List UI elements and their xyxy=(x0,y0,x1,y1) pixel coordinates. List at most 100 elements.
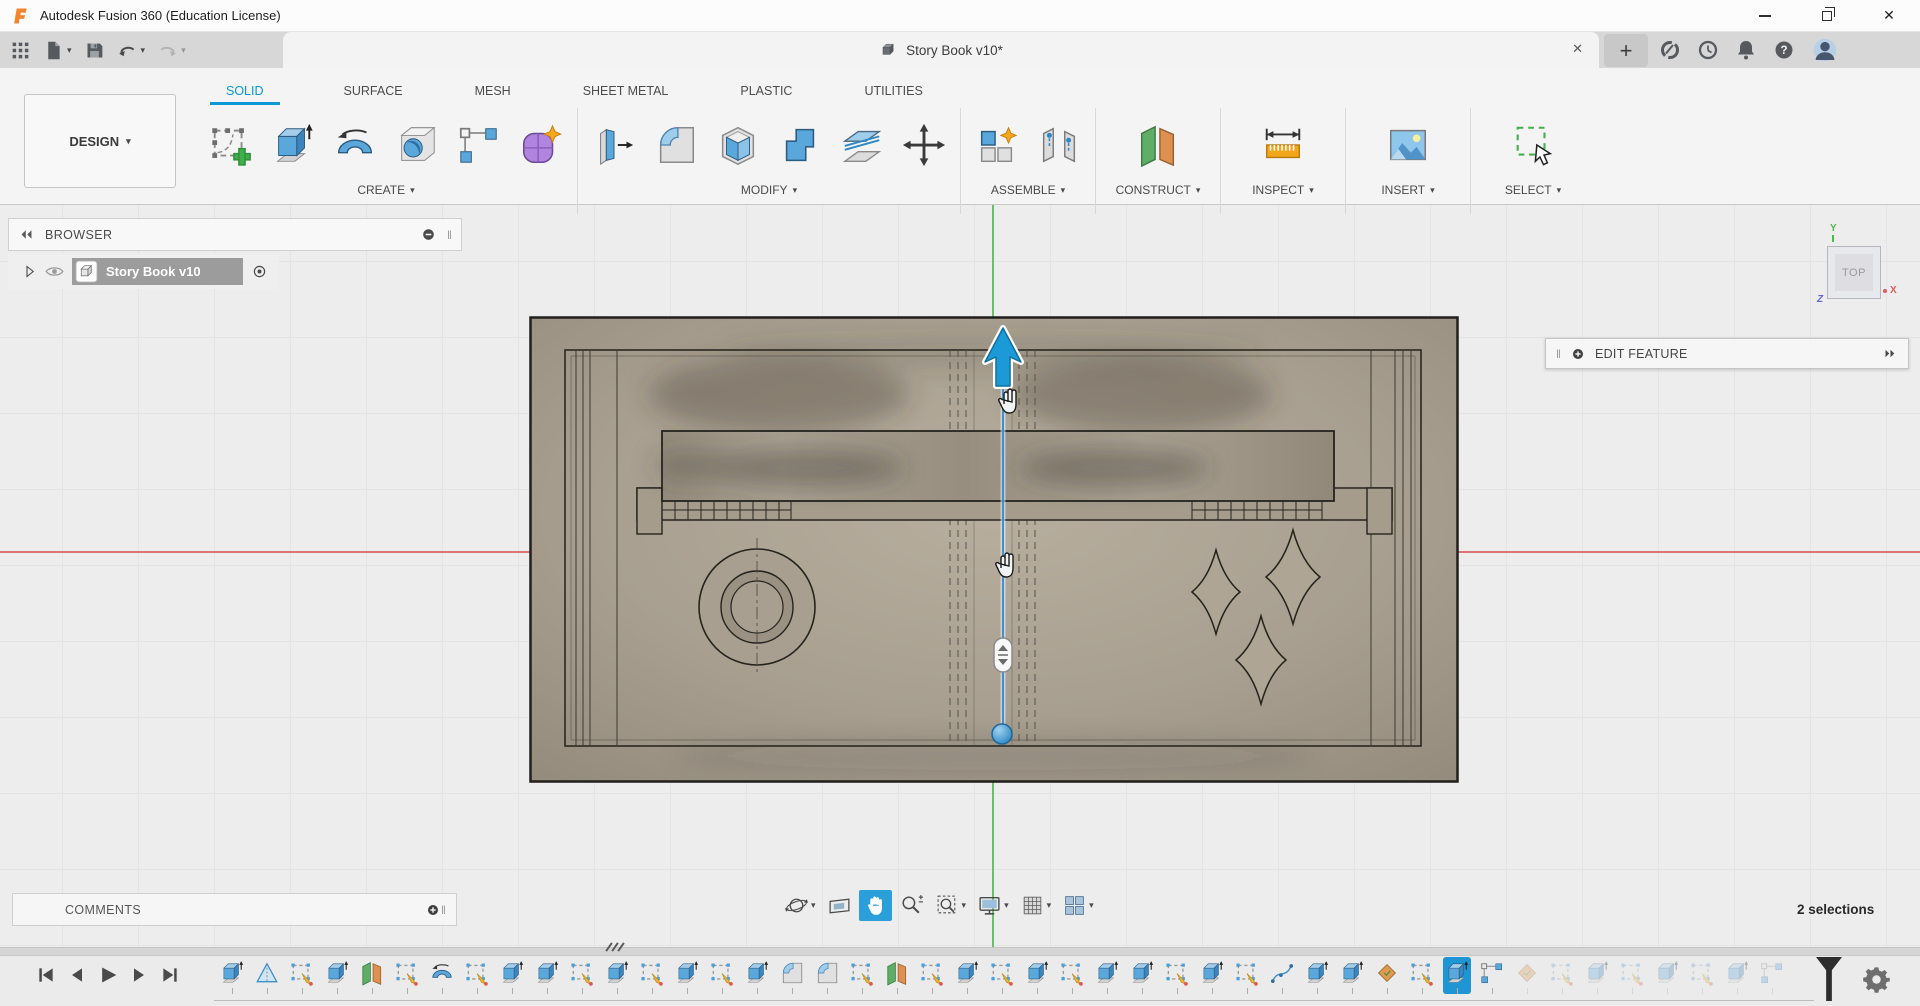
tool-shell[interactable] xyxy=(709,112,767,178)
timeline-feature-sketch[interactable] xyxy=(848,957,876,994)
undo-button[interactable]: ▾ xyxy=(117,40,145,61)
minimize-button[interactable] xyxy=(1734,0,1796,31)
tool-offset-face[interactable] xyxy=(833,112,891,178)
edit-feature-dialog[interactable]: ‖ EDIT FEATURE xyxy=(1545,338,1909,369)
timeline-feature-sketch[interactable] xyxy=(288,957,316,994)
manipulator-origin-sphere[interactable] xyxy=(991,723,1013,745)
timeline-step-forward-button[interactable] xyxy=(129,965,149,985)
ribbon-tab-plastic[interactable]: PLASTIC xyxy=(732,82,800,105)
panel-grip[interactable]: ‖ xyxy=(441,903,446,917)
timeline-feature-sketch[interactable] xyxy=(918,957,946,994)
timeline-feature-pattern[interactable] xyxy=(1478,957,1506,994)
tool-fillet[interactable] xyxy=(647,112,705,178)
timeline-position-marker[interactable] xyxy=(1816,957,1842,1001)
maximize-button[interactable] xyxy=(1796,0,1858,31)
timeline-settings-gear-icon[interactable] xyxy=(1862,965,1891,994)
timeline-feature-extrude[interactable] xyxy=(323,957,351,994)
extensions-icon[interactable] xyxy=(1658,38,1682,62)
tool-select[interactable] xyxy=(1504,112,1562,178)
selected-component[interactable]: Story Book v10 xyxy=(72,258,243,285)
nav-viewports-button[interactable]: ▾ xyxy=(1058,890,1098,921)
close-button[interactable]: ✕ xyxy=(1858,0,1920,31)
timeline-feature-extrude[interactable] xyxy=(1093,957,1121,994)
dialog-grip[interactable]: ‖ xyxy=(1556,347,1561,361)
collapse-all-icon[interactable] xyxy=(420,226,437,243)
collapse-panel-icon[interactable] xyxy=(18,226,35,243)
nav-orbit-button[interactable]: ▾ xyxy=(780,890,820,921)
timeline-feature-sketch[interactable] xyxy=(1163,957,1191,994)
tool-revolve[interactable] xyxy=(326,112,384,178)
redo-button[interactable]: ▾ xyxy=(157,40,186,61)
timeline-step-back-button[interactable] xyxy=(67,965,87,985)
manipulator-arrow[interactable] xyxy=(984,327,1022,387)
group-label-create[interactable]: CREATE ▾ xyxy=(357,183,414,197)
ribbon-tab-sheet-metal[interactable]: SHEET METAL xyxy=(575,82,677,105)
tool-insert-canvas[interactable] xyxy=(1379,112,1437,178)
new-tab-button[interactable]: + xyxy=(1604,34,1648,67)
timeline-feature-fillet[interactable] xyxy=(813,957,841,994)
timeline-feature-pattern[interactable] xyxy=(1758,957,1786,994)
timeline-feature-emboss[interactable] xyxy=(1373,957,1401,994)
timeline-feature-revolve[interactable] xyxy=(428,957,456,994)
group-label-select[interactable]: SELECT ▾ xyxy=(1505,183,1561,197)
viewport-canvas[interactable]: TOP Y X Z BROWSER ‖ Story Book v10 ‖ EDI… xyxy=(0,205,1920,947)
expand-dialog-icon[interactable] xyxy=(1883,346,1898,361)
ribbon-tab-mesh[interactable]: MESH xyxy=(467,82,519,105)
timeline-feature-extrude[interactable] xyxy=(603,957,631,994)
nav-look-at-button[interactable] xyxy=(823,890,856,921)
tool-press-pull[interactable] xyxy=(585,112,643,178)
tool-create-sketch[interactable] xyxy=(202,112,260,178)
group-label-modify[interactable]: MODIFY ▾ xyxy=(741,183,797,197)
tool-extrude[interactable] xyxy=(264,112,322,178)
tool-move-copy[interactable] xyxy=(895,112,953,178)
visibility-eye-icon[interactable] xyxy=(44,261,65,282)
timeline-feature-plane[interactable] xyxy=(883,957,911,994)
timeline-feature-sketch[interactable] xyxy=(1408,957,1436,994)
timeline-feature-extrude[interactable] xyxy=(1023,957,1051,994)
timeline-feature-sketch[interactable] xyxy=(568,957,596,994)
manipulator-slider-handle[interactable] xyxy=(993,637,1013,673)
nav-grid-snaps-button[interactable]: ▾ xyxy=(1016,890,1056,921)
profile-icon[interactable] xyxy=(1810,35,1840,65)
timeline-feature-emboss[interactable] xyxy=(1513,957,1541,994)
workspace-selector[interactable]: DESIGN ▾ xyxy=(24,94,176,188)
tool-hole[interactable] xyxy=(388,112,446,178)
timeline-feature-sketch[interactable] xyxy=(393,957,421,994)
timeline-feature-extrude[interactable] xyxy=(498,957,526,994)
timeline-feature-plane[interactable] xyxy=(358,957,386,994)
tool-construction-plane[interactable] xyxy=(1129,112,1187,178)
tool-measure[interactable] xyxy=(1254,112,1312,178)
timeline-feature-mirror[interactable] xyxy=(253,957,281,994)
timeline-feature-sketch[interactable] xyxy=(463,957,491,994)
timeline-feature-spline[interactable] xyxy=(1268,957,1296,994)
ribbon-tab-utilities[interactable]: UTILITIES xyxy=(856,82,930,105)
group-label-assemble[interactable]: ASSEMBLE ▾ xyxy=(991,183,1065,197)
activate-component-icon[interactable] xyxy=(250,262,269,281)
tool-joint[interactable] xyxy=(1030,112,1088,178)
document-tab[interactable]: Story Book v10* ✕ xyxy=(283,32,1599,68)
timeline-feature-extrude[interactable] xyxy=(1443,957,1471,994)
group-label-inspect[interactable]: INSPECT ▾ xyxy=(1252,183,1314,197)
timeline-feature-sketch[interactable] xyxy=(988,957,1016,994)
timeline-feature-sketch[interactable] xyxy=(1058,957,1086,994)
nav-pan-button[interactable] xyxy=(858,889,892,921)
nav-zoom-button[interactable] xyxy=(895,890,928,921)
timeline-go-to-end-button[interactable] xyxy=(160,965,180,985)
tool-new-component[interactable] xyxy=(968,112,1026,178)
expand-arrow-icon[interactable] xyxy=(22,264,37,279)
view-cube[interactable]: TOP Y X Z xyxy=(1815,223,1915,318)
timeline-feature-extrude[interactable] xyxy=(1653,957,1681,994)
timeline-feature-sketch[interactable] xyxy=(1688,957,1716,994)
timeline-play-button[interactable] xyxy=(98,965,118,985)
ribbon-tab-solid[interactable]: SOLID xyxy=(210,82,280,105)
timeline-scrollbar[interactable] xyxy=(0,947,1920,956)
group-label-construct[interactable]: CONSTRUCT ▾ xyxy=(1116,183,1201,197)
nav-display-settings-button[interactable]: ▾ xyxy=(973,890,1013,921)
timeline-feature-extrude[interactable] xyxy=(1198,957,1226,994)
notifications-icon[interactable] xyxy=(1734,38,1758,62)
timeline-feature-sketch[interactable] xyxy=(1618,957,1646,994)
timeline-feature-sketch[interactable] xyxy=(1233,957,1261,994)
ribbon-tab-surface[interactable]: SURFACE xyxy=(336,82,411,105)
nav-fit-button[interactable]: ▾ xyxy=(931,890,971,921)
timeline-feature-extrude[interactable] xyxy=(673,957,701,994)
